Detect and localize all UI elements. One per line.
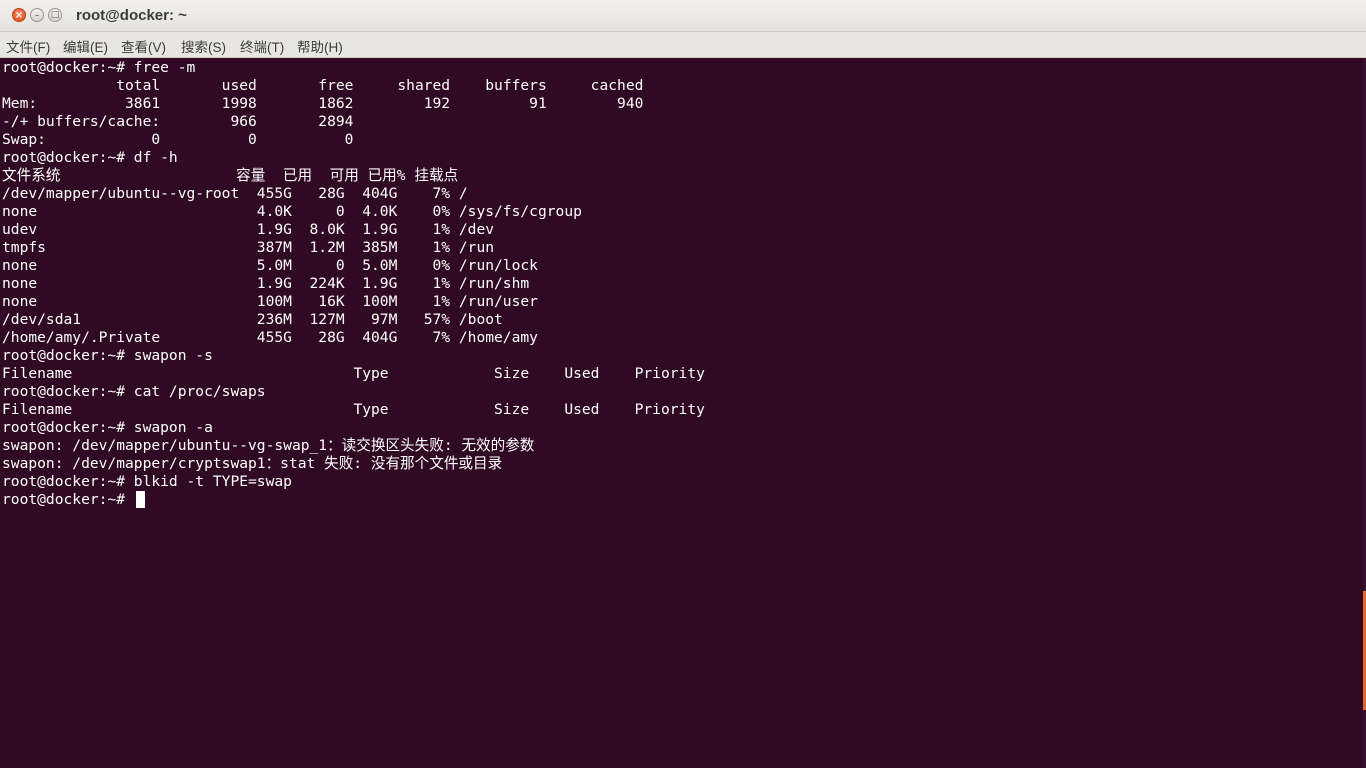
menu-edit[interactable]: 编辑(E): [63, 36, 108, 56]
terminal-line: none 5.0M 0 5.0M 0% /run/lock: [2, 257, 538, 274]
terminal-line: -/+ buffers/cache: 966 2894: [2, 113, 354, 130]
terminal-line: root@docker:~# swapon -a: [2, 419, 213, 436]
terminal-window: × – □ root@docker: ~ 文件(F) 编辑(E) 查看(V) 搜…: [0, 0, 1366, 768]
terminal-line: none 100M 16K 100M 1% /run/user: [2, 293, 538, 310]
terminal-line: none 1.9G 224K 1.9G 1% /run/shm: [2, 275, 530, 292]
terminal-line: root@docker:~# df -h: [2, 149, 178, 166]
minimize-icon[interactable]: –: [30, 8, 44, 22]
terminal-line: swapon: /dev/mapper/cryptswap1：stat 失败: …: [2, 455, 503, 472]
terminal-line: /dev/sda1 236M 127M 97M 57% /boot: [2, 311, 503, 328]
menu-bar: 文件(F) 编辑(E) 查看(V) 搜索(S) 终端(T) 帮助(H): [0, 32, 1366, 58]
terminal-line: root@docker:~# swapon -s: [2, 347, 213, 364]
terminal-line: root@docker:~# free -m: [2, 59, 196, 76]
terminal-line: Filename Type Size Used Priority: [2, 365, 705, 382]
menu-terminal[interactable]: 终端(T): [240, 36, 284, 56]
terminal-line: root@docker:~# blkid -t TYPE=swap: [2, 473, 292, 490]
window-title: root@docker: ~: [76, 7, 187, 24]
menu-help[interactable]: 帮助(H): [297, 36, 343, 56]
title-bar[interactable]: × – □ root@docker: ~: [0, 0, 1366, 32]
terminal-line: Swap: 0 0 0: [2, 131, 354, 148]
terminal-line: root@docker:~# cat /proc/swaps: [2, 383, 266, 400]
terminal-line: udev 1.9G 8.0K 1.9G 1% /dev: [2, 221, 495, 238]
close-icon[interactable]: ×: [12, 8, 26, 22]
menu-file[interactable]: 文件(F): [6, 36, 50, 56]
text-cursor: [136, 491, 145, 508]
terminal-output[interactable]: root@docker:~# free -m total used free s…: [0, 58, 1360, 768]
terminal-line: 文件系统 容量 已用 可用 已用% 挂载点: [2, 167, 459, 184]
menu-view[interactable]: 查看(V): [121, 36, 166, 56]
terminal-line: /home/amy/.Private 455G 28G 404G 7% /hom…: [2, 329, 538, 346]
menu-search[interactable]: 搜索(S): [181, 36, 226, 56]
maximize-icon[interactable]: □: [48, 8, 62, 22]
terminal-line: swapon: /dev/mapper/ubuntu--vg-swap_1：读交…: [2, 437, 535, 454]
terminal-line: none 4.0K 0 4.0K 0% /sys/fs/cgroup: [2, 203, 582, 220]
terminal-line: total used free shared buffers cached: [2, 77, 644, 94]
terminal-line: Mem: 3861 1998 1862 192 91 940: [2, 95, 644, 112]
terminal-line: /dev/mapper/ubuntu--vg-root 455G 28G 404…: [2, 185, 468, 202]
terminal-line: Filename Type Size Used Priority: [2, 401, 705, 418]
terminal-prompt: root@docker:~#: [2, 491, 134, 508]
terminal-line: tmpfs 387M 1.2M 385M 1% /run: [2, 239, 495, 256]
